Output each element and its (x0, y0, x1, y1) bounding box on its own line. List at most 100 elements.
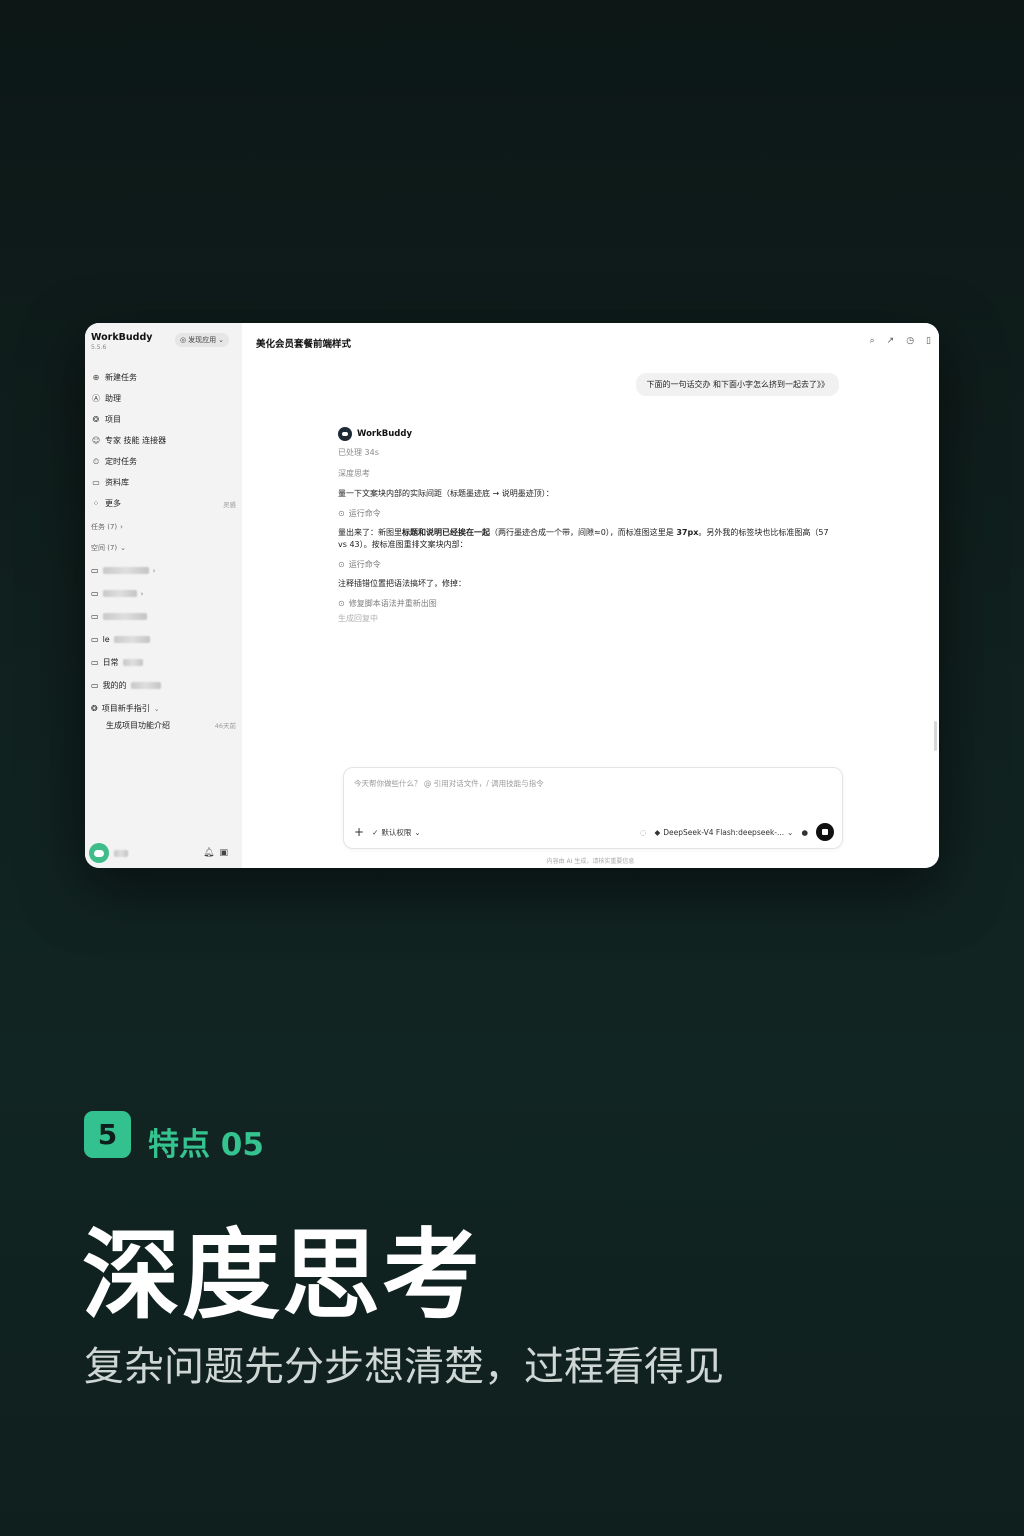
inspiration-tag: 灵感 (223, 500, 236, 509)
plus-circle-icon: ⊕ (92, 373, 100, 382)
composer-toolbar: + ✓ 默认权限 ⌄ ◌ ◆ DeepSeek-V4 Flash:deepsee… (354, 822, 834, 842)
clock-task-icon: ⏲ (92, 456, 100, 466)
text-span-bold: 标题和说明已经挨在一起 (402, 528, 490, 538)
agent-logo-icon (338, 427, 352, 441)
chevron-down-icon: ⌄ (120, 544, 127, 552)
scrollbar[interactable] (934, 721, 937, 751)
chevron-right-icon: › (152, 566, 156, 575)
thinking-label[interactable]: 深度思考 (338, 468, 838, 480)
discover-label: 发现应用 (188, 336, 217, 344)
space-item[interactable]: ▭ 日常 (91, 651, 236, 674)
sidebar-item-label: 专家 技能 连接器 (105, 436, 167, 445)
space-item[interactable]: ▭ › (91, 559, 236, 582)
project-icon: ❂ (91, 704, 98, 713)
feature-label: 特点 05 (148, 1127, 264, 1163)
add-attachment-icon[interactable]: + (354, 825, 364, 839)
sidebar-item-label: 定时任务 (105, 457, 137, 466)
space-name-prefix: le (102, 635, 110, 644)
blurred-space-name (102, 567, 149, 574)
conversation-title: 美化会员套餐前端样式 (256, 339, 352, 350)
app-window: WorkBuddy 5.5.6 ◎ 发现应用 ⌄ ⊕ 新建任务 Ⓐ 助理 ❂ 项… (85, 323, 939, 868)
brand: WorkBuddy 5.5.6 (91, 332, 152, 351)
compass-icon: ◎ (180, 336, 187, 344)
chevron-down-icon: ⌄ (153, 704, 160, 713)
reply-paragraph: 量一下文案块内部的实际间距（标题墨迹底 → 说明墨迹顶）： (338, 489, 554, 499)
sidebar-item-projects[interactable]: ❂ 项目 (91, 409, 236, 430)
sidebar-nav: ⊕ 新建任务 Ⓐ 助理 ❂ 项目 ☺ 专家 技能 连接器 ⏲ 定时任务 ▭ 资料… (91, 367, 236, 514)
chevron-down-icon: ⌄ (787, 827, 794, 837)
space-item[interactable]: ▭ (91, 605, 236, 628)
tool-step-fix-script[interactable]: ⊙ 修复脚本语法并重新出图 (338, 598, 838, 610)
top-toolbar: ⌕ ↗ ◷ ▯ (870, 336, 931, 346)
blurred-space-name (130, 682, 161, 689)
blurred-space-name (113, 636, 150, 643)
space-item[interactable]: ▭ › (91, 582, 236, 605)
spaces-section-toggle[interactable]: 空间 (7) ⌄ (91, 543, 126, 553)
bell-icon[interactable]: 🔔︎ (203, 848, 214, 858)
sidebar-item-more[interactable]: ⁘ 更多 灵感 (91, 493, 236, 514)
guide-item-time: 46天前 (214, 722, 236, 730)
project-icon: ❂ (92, 415, 100, 424)
space-name-prefix: 日常 (102, 658, 119, 667)
chat-input[interactable]: 今天帮你做些什么？ @ 引用对话文件，/ 调用技能与指令 (354, 778, 544, 789)
feature-subline: 复杂问题先分步想清楚，过程看得见 (84, 1344, 724, 1390)
sidebar-item-new-task[interactable]: ⊕ 新建任务 (91, 367, 236, 388)
feature-headline: 深度思考 (82, 1219, 483, 1333)
ai-disclaimer: 内容由 AI 生成，请核实重要信息 (546, 858, 635, 865)
processed-status[interactable]: 已处理 34s (338, 447, 838, 459)
share-icon[interactable]: ↗ (887, 336, 895, 346)
discover-apps-button[interactable]: ◎ 发现应用 ⌄ (175, 333, 229, 347)
more-grid-icon: ⁘ (92, 499, 100, 508)
text-span-bold: 37px (676, 528, 699, 538)
tasks-label: 任务 (7) (91, 523, 118, 531)
generating-status: 生成回复中 (338, 614, 378, 624)
stop-button[interactable] (816, 823, 834, 841)
app-version: 5.5.6 (91, 344, 107, 351)
loading-spinner-icon: ◌ (639, 827, 647, 837)
guide-project-item[interactable]: ❂ 项目新手指引 ⌄ (91, 697, 236, 720)
folder-icon: ▭ (91, 635, 99, 644)
guide-subitem[interactable]: 生成项目功能介绍 46天前 (106, 720, 236, 731)
guide-label: 项目新手指引 (101, 704, 150, 713)
sidebar-item-label: 助理 (105, 394, 121, 403)
sidebar-item-label: 更多 (105, 499, 121, 508)
shield-check-icon: ✓ (372, 827, 379, 837)
step-label: 修复脚本语法并重新出图 (348, 598, 437, 608)
sidebar-item-library[interactable]: ▭ 资料库 (91, 472, 236, 493)
model-selector[interactable]: ◆ DeepSeek-V4 Flash:deepseek-... ⌄ (654, 828, 793, 837)
step-label: 运行命令 (348, 559, 381, 569)
folder-icon: ▭ (91, 658, 99, 667)
sidebar-footer: 🔔︎ ▣ (89, 842, 238, 864)
guide-item-label: 生成项目功能介绍 (106, 721, 170, 730)
tool-step-run-command[interactable]: ⊙ 运行命令 (338, 508, 838, 520)
whale-icon: ◆ (654, 827, 661, 837)
sidebar-item-assistant[interactable]: Ⓐ 助理 (91, 388, 236, 409)
spaces-label: 空间 (7) (91, 544, 118, 552)
sidebar: WorkBuddy 5.5.6 ◎ 发现应用 ⌄ ⊕ 新建任务 Ⓐ 助理 ❂ 项… (85, 323, 242, 868)
sidebar-item-scheduled[interactable]: ⏲ 定时任务 (91, 451, 236, 472)
model-label: DeepSeek-V4 Flash:deepseek-... (663, 827, 785, 837)
expert-icon: ☺ (91, 436, 101, 445)
text-span: （两行墨迹合成一个带，间隙≈0），而标准图这里是 (490, 528, 677, 538)
space-item[interactable]: ▭ le (91, 628, 236, 651)
sidebar-item-label: 新建任务 (105, 373, 137, 382)
main-panel: 美化会员套餐前端样式 ⌕ ↗ ◷ ▯ 下面的一句话交办 和下面小字怎么挤到一起去… (242, 323, 939, 868)
folder-icon: ▭ (91, 612, 99, 621)
sidebar-item-experts[interactable]: ☺ 专家 技能 连接器 (91, 430, 236, 451)
tool-step-run-command[interactable]: ⊙ 运行命令 (338, 559, 838, 571)
panel-toggle-icon[interactable]: ▯ (926, 336, 931, 346)
permission-selector[interactable]: ✓ 默认权限 ⌄ (372, 827, 421, 838)
blurred-space-name (122, 659, 143, 666)
folder-icon: ▭ (91, 566, 99, 575)
space-name-prefix: 我的的 (102, 681, 127, 690)
blurred-space-name (102, 613, 147, 620)
chevron-down-icon: ⌄ (218, 336, 224, 344)
space-item[interactable]: ▭ 我的的 (91, 674, 236, 697)
history-icon[interactable]: ◷ (906, 336, 914, 346)
avatar[interactable] (89, 843, 109, 863)
app-name: WorkBuddy (91, 332, 153, 343)
microphone-icon[interactable]: ● (801, 828, 808, 837)
tasks-section-toggle[interactable]: 任务 (7) › (91, 522, 123, 532)
message-icon[interactable]: ▣ (219, 848, 228, 858)
search-icon[interactable]: ⌕ (870, 336, 875, 346)
